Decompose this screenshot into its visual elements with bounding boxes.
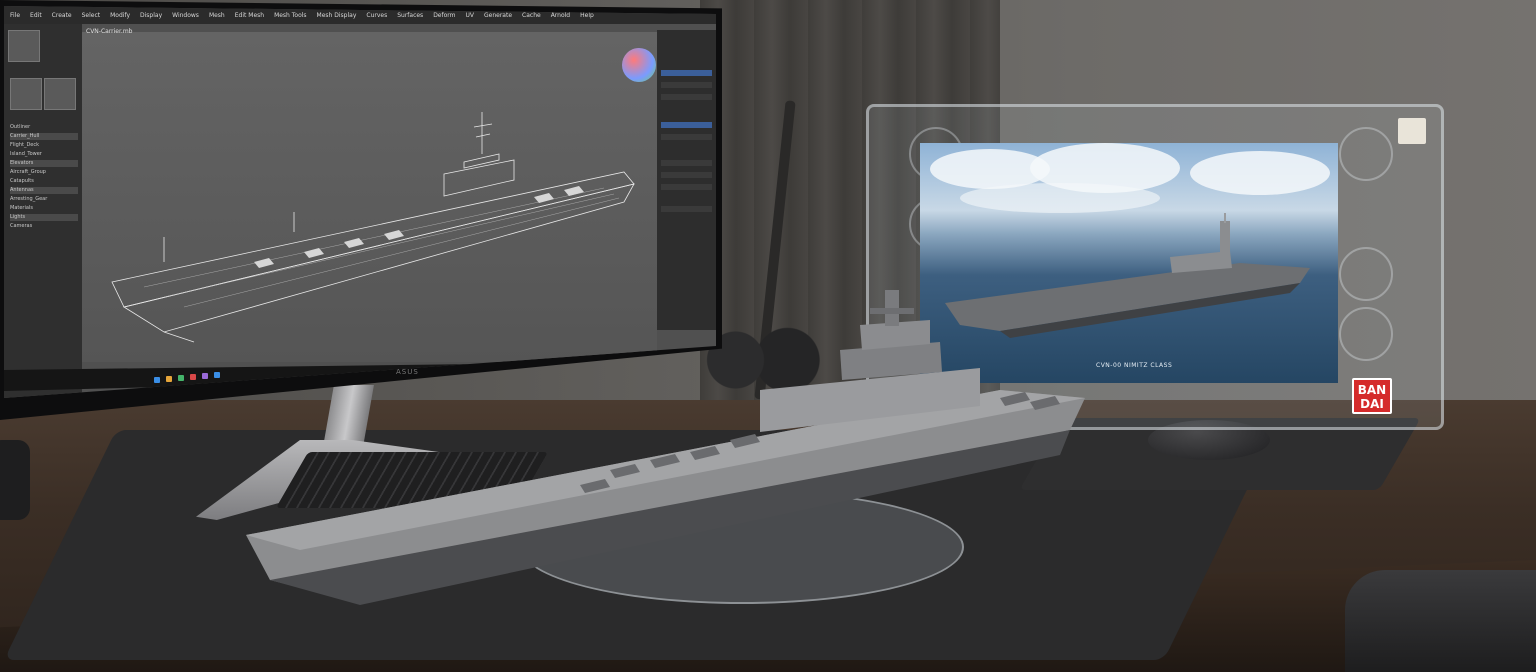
taskbar-app-icon[interactable] xyxy=(214,372,220,378)
menu-item[interactable]: Modify xyxy=(110,12,130,19)
case-cutout xyxy=(1339,127,1393,181)
outliner-row[interactable]: Arresting_Gear xyxy=(10,196,78,203)
asset-thumbnail[interactable] xyxy=(44,78,76,110)
taskbar-app-icon[interactable] xyxy=(166,376,172,382)
workspace-scene: File Edit Create Select Modify Display Windows… xyxy=(0,0,1536,672)
attribute-row[interactable] xyxy=(661,70,712,76)
outliner-row[interactable]: Catapults xyxy=(10,178,78,185)
menu-item[interactable]: Cache xyxy=(522,12,541,19)
menu-item[interactable]: Deform xyxy=(433,12,455,19)
taskbar-app-icon[interactable] xyxy=(154,377,160,383)
menu-item[interactable]: Curves xyxy=(366,12,387,19)
attribute-row[interactable] xyxy=(661,82,712,88)
menu-item[interactable]: Create xyxy=(52,12,72,19)
taskbar-app-icon[interactable] xyxy=(178,375,184,381)
attribute-row[interactable] xyxy=(661,206,712,212)
viewport-title: CVN-Carrier.mb xyxy=(86,28,133,35)
menu-item[interactable]: Mesh Display xyxy=(317,12,357,19)
attribute-row[interactable] xyxy=(661,134,712,140)
taskbar-app-icon[interactable] xyxy=(190,374,196,380)
attribute-row[interactable] xyxy=(661,122,712,128)
menu-item[interactable]: Generate xyxy=(484,12,512,19)
app-menu-bar: File Edit Create Select Modify Display Windows… xyxy=(4,6,716,24)
speaker xyxy=(0,440,30,520)
menu-item[interactable]: Arnold xyxy=(551,12,570,19)
menu-item[interactable]: Surfaces xyxy=(397,12,423,19)
menu-item[interactable]: Mesh Tools xyxy=(274,12,306,19)
outliner-row[interactable]: Island_Tower xyxy=(10,151,78,158)
attribute-row[interactable] xyxy=(661,94,712,100)
poster-caption: CVN-00 NIMITZ CLASS xyxy=(1096,362,1173,369)
taskbar-app-icon[interactable] xyxy=(202,373,208,379)
outliner-row[interactable]: Aircraft_Group xyxy=(10,169,78,176)
asset-thumbnail[interactable] xyxy=(8,30,40,62)
cloud xyxy=(1190,151,1330,195)
cloud xyxy=(960,183,1160,213)
aircraft-carrier-model xyxy=(246,290,1085,605)
outliner-row[interactable]: Materials xyxy=(10,205,78,212)
outliner-row[interactable]: Outliner xyxy=(10,124,78,131)
menu-item[interactable]: File xyxy=(10,12,20,19)
view-cube-gizmo[interactable] xyxy=(622,48,656,82)
menu-item[interactable]: Edit Mesh xyxy=(235,12,264,19)
chair xyxy=(1345,570,1536,672)
case-cutout xyxy=(1339,247,1393,301)
menu-item[interactable]: Edit xyxy=(30,12,42,19)
menu-item[interactable]: Select xyxy=(82,12,101,19)
menu-item[interactable]: Mesh xyxy=(209,12,225,19)
bandai-logo: BAN DAI xyxy=(1352,378,1392,414)
attribute-row[interactable] xyxy=(661,160,712,166)
outliner-row[interactable]: Lights xyxy=(10,214,78,221)
menu-item[interactable]: Help xyxy=(580,12,594,19)
case-label-tag xyxy=(1398,118,1426,144)
menu-item[interactable]: Windows xyxy=(172,12,199,19)
attribute-row[interactable] xyxy=(661,172,712,178)
outliner-panel: Outliner Carrier_Hull Flight_Deck Island_To… xyxy=(4,24,82,398)
outliner-row[interactable]: Elevators xyxy=(10,160,78,167)
attribute-row[interactable] xyxy=(661,184,712,190)
case-cutout xyxy=(1339,307,1393,361)
outliner-row[interactable]: Cameras xyxy=(10,223,78,230)
outliner-row[interactable]: Antennas xyxy=(10,187,78,194)
menu-item[interactable]: Display xyxy=(140,12,162,19)
asset-thumbnail[interactable] xyxy=(10,78,42,110)
outliner-row[interactable]: Flight_Deck xyxy=(10,142,78,149)
menu-item[interactable]: UV xyxy=(466,12,475,19)
outliner-row[interactable]: Carrier_Hull xyxy=(10,133,78,140)
